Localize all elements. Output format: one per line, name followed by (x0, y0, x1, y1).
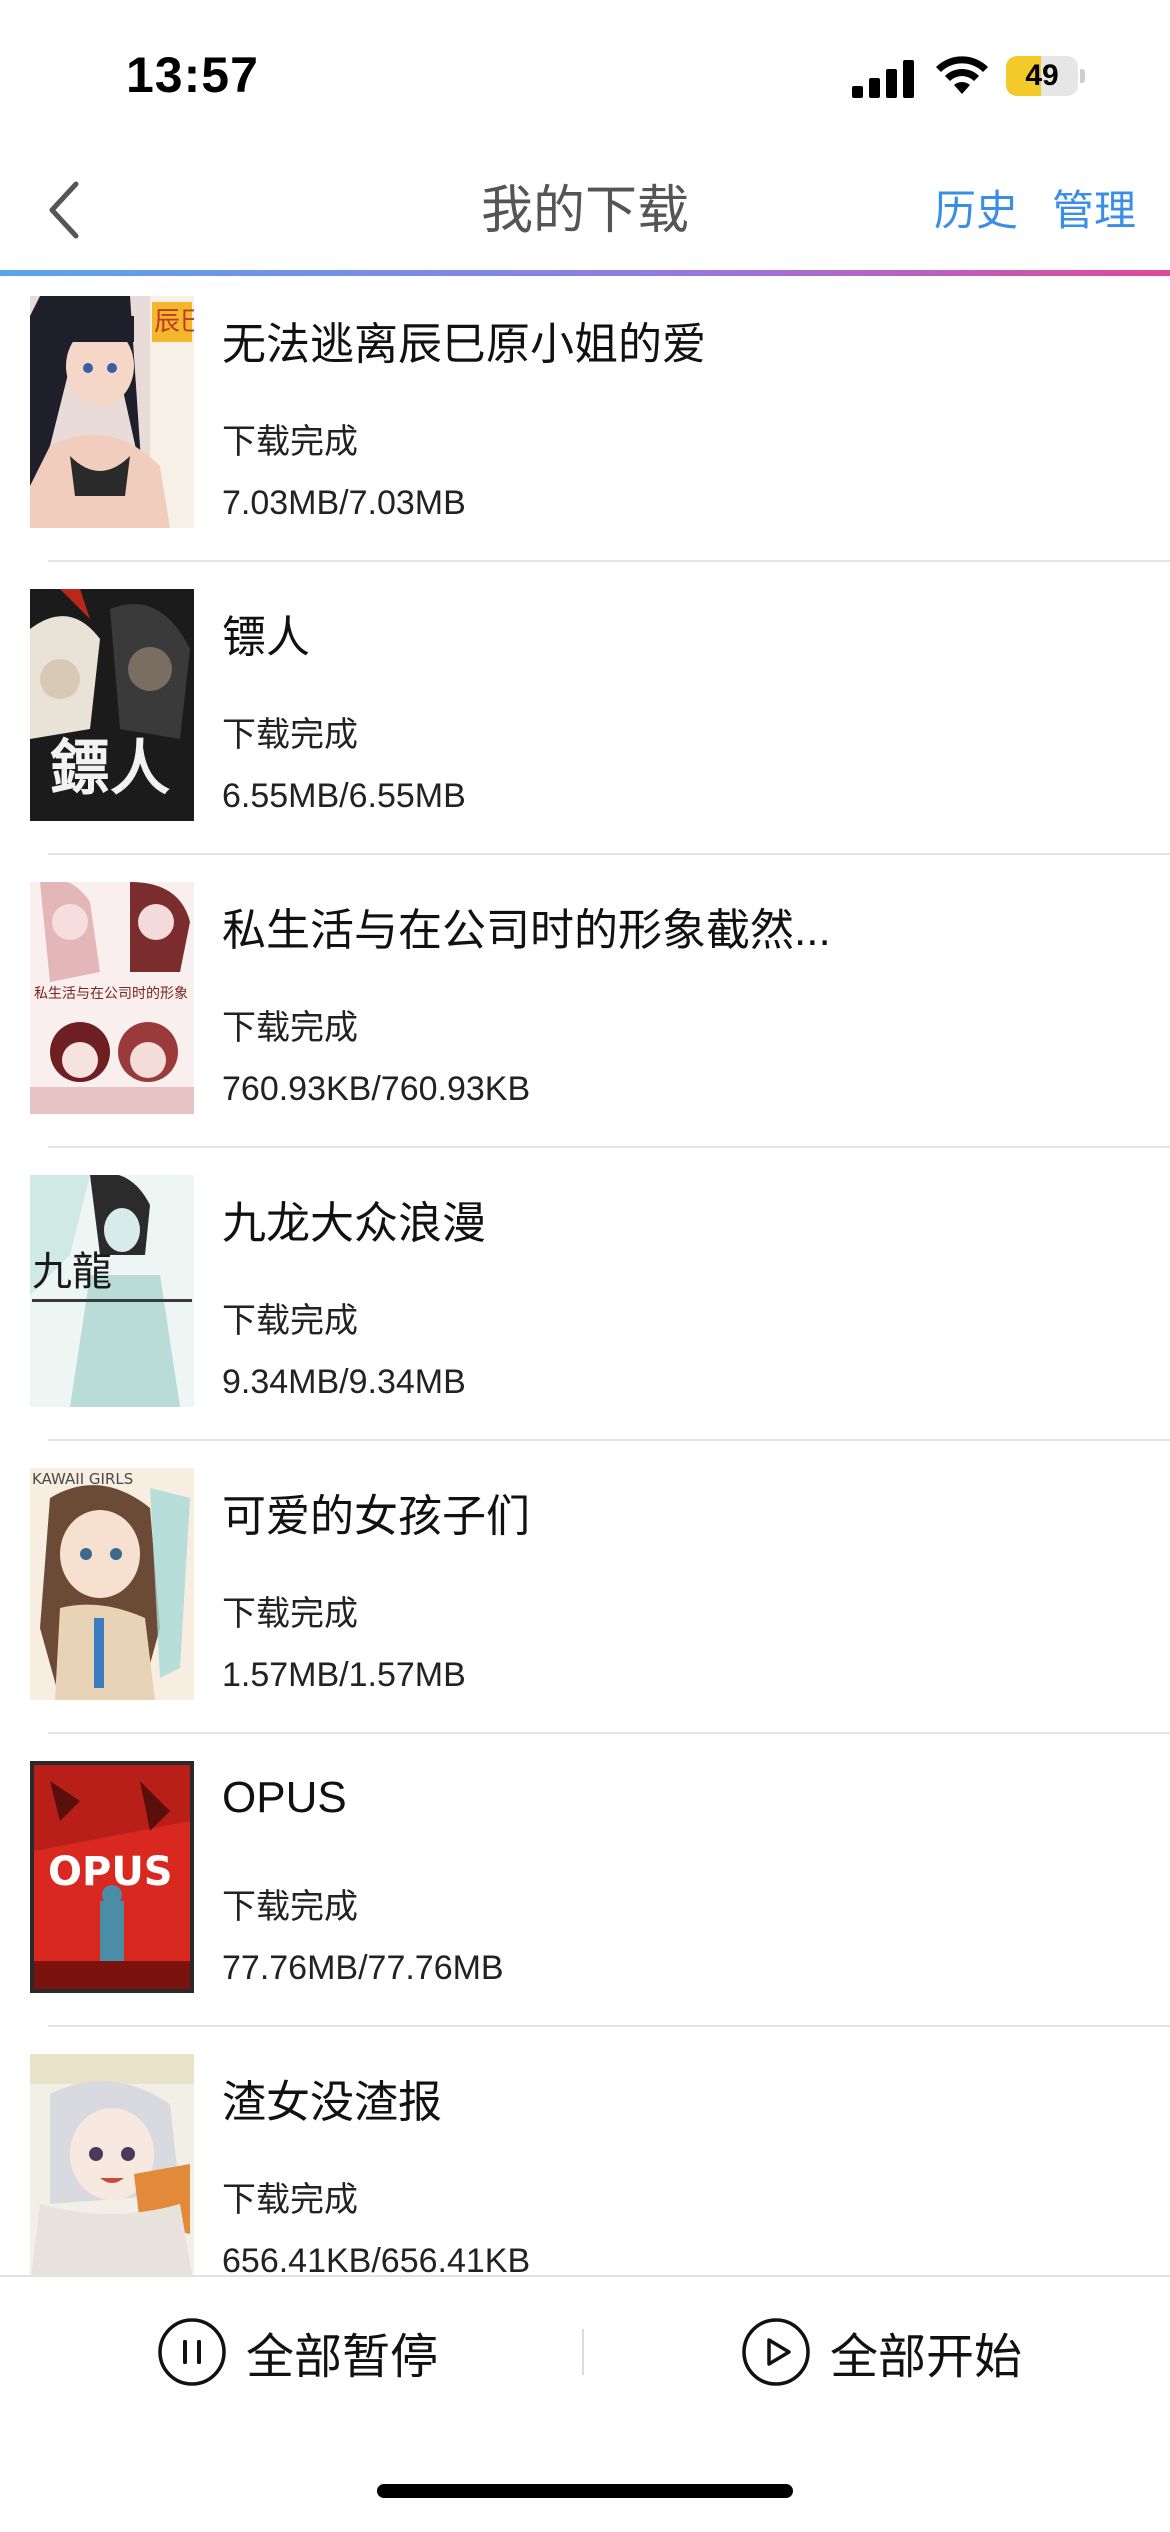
play-circle-icon (742, 2318, 810, 2386)
svg-text:鏢人: 鏢人 (50, 734, 170, 804)
history-button[interactable]: 历史 (934, 150, 1018, 272)
download-item[interactable]: 私生活与在公司时的形象 私生活与在公司时的形象截然... 下载完成 760.93… (0, 862, 1170, 1155)
item-size: 6.55MB/6.55MB (222, 777, 466, 815)
manage-button[interactable]: 管理 (1052, 150, 1136, 272)
cover-image: 鏢人 (30, 589, 194, 821)
svg-text:私生活与在公司时的形象: 私生活与在公司时的形象 (34, 986, 188, 1002)
divider (48, 560, 1170, 562)
download-item[interactable]: 辰巳 无法逃离辰巳原小姐的爱 下载完成 7.03MB/7.03MB (0, 276, 1170, 569)
svg-text:九龍: 九龍 (32, 1249, 112, 1295)
pause-circle-icon (158, 2318, 226, 2386)
item-status: 下载完成 (222, 2181, 358, 2219)
svg-text:辰巳: 辰巳 (154, 307, 194, 337)
signal-icon (852, 60, 914, 98)
download-item[interactable]: 九龍 九龙大众浪漫 下载完成 9.34MB/9.34MB (0, 1155, 1170, 1448)
item-title: 无法逃离辰巳原小姐的爱 (222, 320, 706, 369)
download-item[interactable]: KAWAII GIRLS 可爱的女孩子们 下载完成 1.57MB/1.57MB (0, 1448, 1170, 1741)
cover-image: KAWAII GIRLS (30, 1468, 194, 1700)
cover-image: 九龍 (30, 1175, 194, 1407)
nav-bar: 我的下载 历史 管理 (0, 150, 1170, 272)
divider (48, 1439, 1170, 1441)
item-title: 私生活与在公司时的形象截然... (222, 906, 831, 955)
item-size: 77.76MB/77.76MB (222, 1949, 504, 1987)
download-item[interactable]: OPUS OPUS 下载完成 77.76MB/77.76MB (0, 1741, 1170, 2034)
item-status: 下载完成 (222, 1009, 358, 1047)
item-status: 下载完成 (222, 423, 358, 461)
divider (48, 1732, 1170, 1734)
item-size: 656.41KB/656.41KB (222, 2242, 531, 2275)
item-status: 下载完成 (222, 1595, 358, 1633)
svg-text:KAWAII GIRLS: KAWAII GIRLS (32, 1470, 133, 1488)
divider (48, 1146, 1170, 1148)
item-size: 760.93KB/760.93KB (222, 1070, 531, 1108)
cover-image: 辰巳 (30, 296, 194, 528)
battery-icon: 49 (1006, 56, 1085, 96)
item-status: 下载完成 (222, 716, 358, 754)
item-status: 下载完成 (222, 1302, 358, 1340)
toolbar-divider (582, 2329, 584, 2375)
start-all-button[interactable]: 全部开始 (740, 2307, 1022, 2397)
download-list: 辰巳 无法逃离辰巳原小姐的爱 下载完成 7.03MB/7.03MB 鏢人 镖人 … (0, 276, 1170, 2275)
item-title: 渣女没渣报 (222, 2078, 442, 2127)
item-size: 1.57MB/1.57MB (222, 1656, 466, 1694)
item-size: 7.03MB/7.03MB (222, 484, 466, 522)
cover-image: OPUS (30, 1761, 194, 1993)
pause-all-label: 全部暂停 (246, 2331, 439, 2384)
item-title: 可爱的女孩子们 (222, 1492, 530, 1541)
divider (48, 2025, 1170, 2027)
item-status: 下载完成 (222, 1888, 358, 1926)
start-all-label: 全部开始 (830, 2331, 1023, 2384)
status-time: 13:57 (126, 47, 259, 103)
cover-image (30, 2054, 194, 2275)
item-title: OPUS (222, 1773, 347, 1822)
download-item[interactable]: 鏢人 镖人 下载完成 6.55MB/6.55MB (0, 569, 1170, 862)
status-bar: 13:57 49 (0, 0, 1170, 150)
home-indicator[interactable] (377, 2484, 793, 2498)
download-item[interactable]: 渣女没渣报 下载完成 656.41KB/656.41KB (0, 2034, 1170, 2275)
wifi-icon (936, 56, 988, 94)
item-size: 9.34MB/9.34MB (222, 1363, 466, 1401)
battery-percent: 49 (1025, 59, 1059, 92)
chevron-left-icon[interactable] (40, 170, 90, 250)
divider (48, 853, 1170, 855)
cover-image: 私生活与在公司时的形象 (30, 882, 194, 1114)
item-title: 九龙大众浪漫 (222, 1199, 486, 1248)
pause-all-button[interactable]: 全部暂停 (156, 2307, 438, 2397)
item-title: 镖人 (222, 613, 310, 662)
